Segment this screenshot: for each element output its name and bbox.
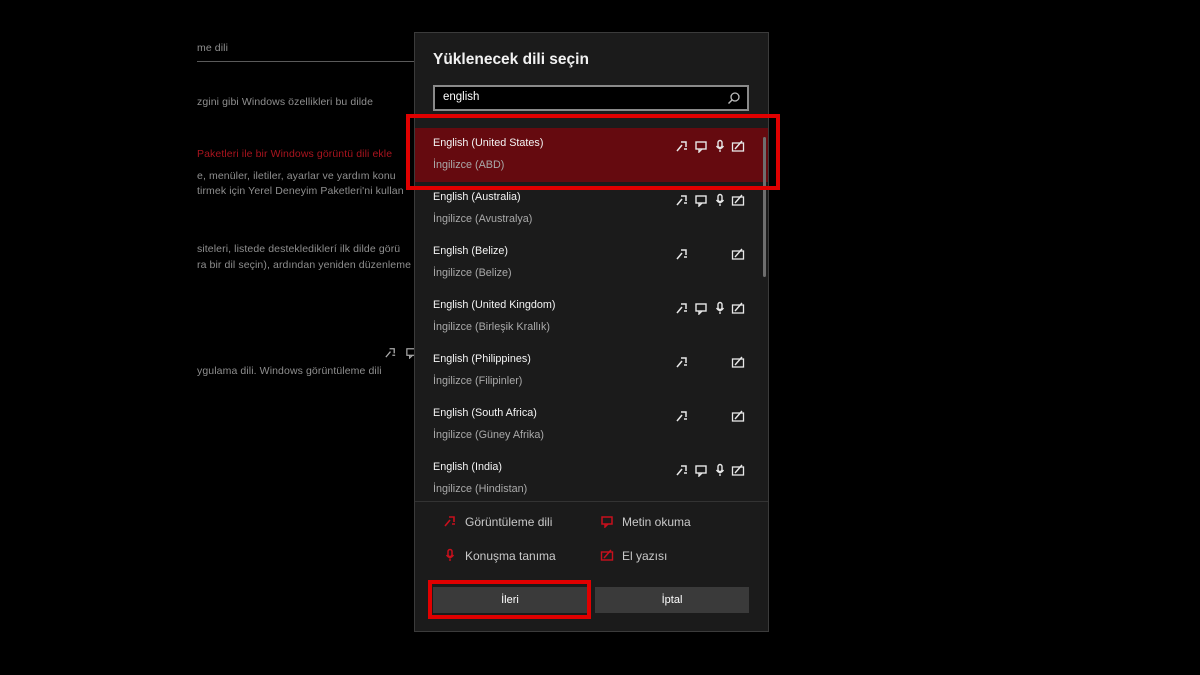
language-native-name: İngilizce (Avustralya): [433, 213, 533, 225]
handwriting-icon: [731, 356, 745, 368]
language-name: English (South Africa): [433, 407, 537, 419]
divider: [415, 501, 768, 502]
language-name: English (United Kingdom): [433, 299, 556, 311]
language-list-item[interactable]: English (Belize) İngilizce (Belize): [415, 236, 768, 290]
language-list-item[interactable]: English (South Africa) İngilizce (Güney A…: [415, 398, 768, 452]
background-text: e, menüler, iletiler, ayarlar ve yardım …: [197, 170, 396, 182]
language-name: English (Philippines): [433, 353, 531, 365]
feature-icons: [675, 355, 753, 371]
text-to-speech-icon: [695, 303, 707, 315]
language-list-item[interactable]: English (India) İngilizce (Hindistan): [415, 452, 768, 500]
highlight-next-button: [428, 580, 591, 619]
microphone-icon: [715, 463, 725, 476]
display-language-icon: [385, 348, 396, 358]
text-to-speech-icon: [695, 195, 707, 207]
language-native-name: İngilizce (Filipinler): [433, 375, 523, 387]
background-link: Paketleri ile bir Windows görüntü dili e…: [197, 148, 393, 160]
display-language-icon: [676, 249, 687, 260]
background-text: zgini gibi Windows özellikleri bu dilde: [197, 96, 374, 108]
language-native-name: İngilizce (Belize): [433, 267, 512, 279]
display-language-icon: [676, 357, 687, 368]
search-icon[interactable]: [727, 91, 741, 105]
display-language-icon: [676, 303, 687, 314]
handwriting-icon: [731, 302, 745, 314]
language-name: English (Australia): [433, 191, 521, 203]
language-list-item[interactable]: English (Philippines) İngilizce (Filipinl…: [415, 344, 768, 398]
feature-icons: [675, 463, 753, 479]
language-list-item[interactable]: English (Australia) İngilizce (Avustralya…: [415, 182, 768, 236]
language-native-name: İngilizce (Birleşik Krallık): [433, 321, 550, 333]
language-name: English (India): [433, 461, 503, 473]
display-language-icon: [676, 411, 687, 422]
handwriting-icon: [731, 410, 745, 422]
legend-label: Konuşma tanıma: [465, 549, 556, 563]
handwriting-icon: [731, 464, 745, 476]
feature-icons: [675, 409, 753, 425]
microphone-icon: [445, 548, 455, 561]
background-label: me dili: [197, 42, 229, 54]
legend-label: El yazısı: [622, 549, 668, 563]
language-native-name: İngilizce (Hindistan): [433, 483, 528, 495]
handwriting-icon: [600, 549, 614, 561]
background-feature-icons: [384, 346, 418, 359]
display-language-icon: [676, 465, 687, 476]
microphone-icon: [715, 301, 725, 314]
text-to-speech-icon: [695, 465, 707, 477]
dialog-title: Yüklenecek dili seçin: [433, 51, 589, 68]
background-text: siteleri, listede desteklediklerí ilk di…: [197, 243, 401, 255]
text-to-speech-icon: [601, 516, 613, 528]
search-input-value: english: [443, 91, 480, 103]
legend-label: Metin okuma: [622, 515, 691, 529]
language-native-name: İngilizce (Güney Afrika): [433, 429, 545, 441]
feature-icons: [675, 301, 753, 317]
background-text: ra bir dil seçin), ardından yeniden düze…: [197, 259, 412, 271]
highlight-selected-language: [406, 114, 780, 190]
language-search-input[interactable]: english: [433, 85, 749, 111]
feature-icons: [675, 193, 753, 209]
microphone-icon: [715, 193, 725, 206]
background-text: ygulama dili. Windows görüntüleme dili: [197, 365, 382, 377]
feature-icons: [675, 247, 753, 263]
display-language-icon: [444, 516, 455, 527]
background-dropdown-line: [197, 61, 414, 62]
handwriting-icon: [731, 248, 745, 260]
display-language-icon: [676, 195, 687, 206]
background-text: tirmek için Yerel Deneyim Paketleri'ni k…: [197, 185, 404, 197]
cancel-button[interactable]: İptal: [595, 587, 749, 613]
language-name: English (Belize): [433, 245, 509, 257]
legend-label: Görüntüleme dili: [465, 515, 553, 529]
handwriting-icon: [731, 194, 745, 206]
language-list-item[interactable]: English (United Kingdom) İngilizce (Birle…: [415, 290, 768, 344]
